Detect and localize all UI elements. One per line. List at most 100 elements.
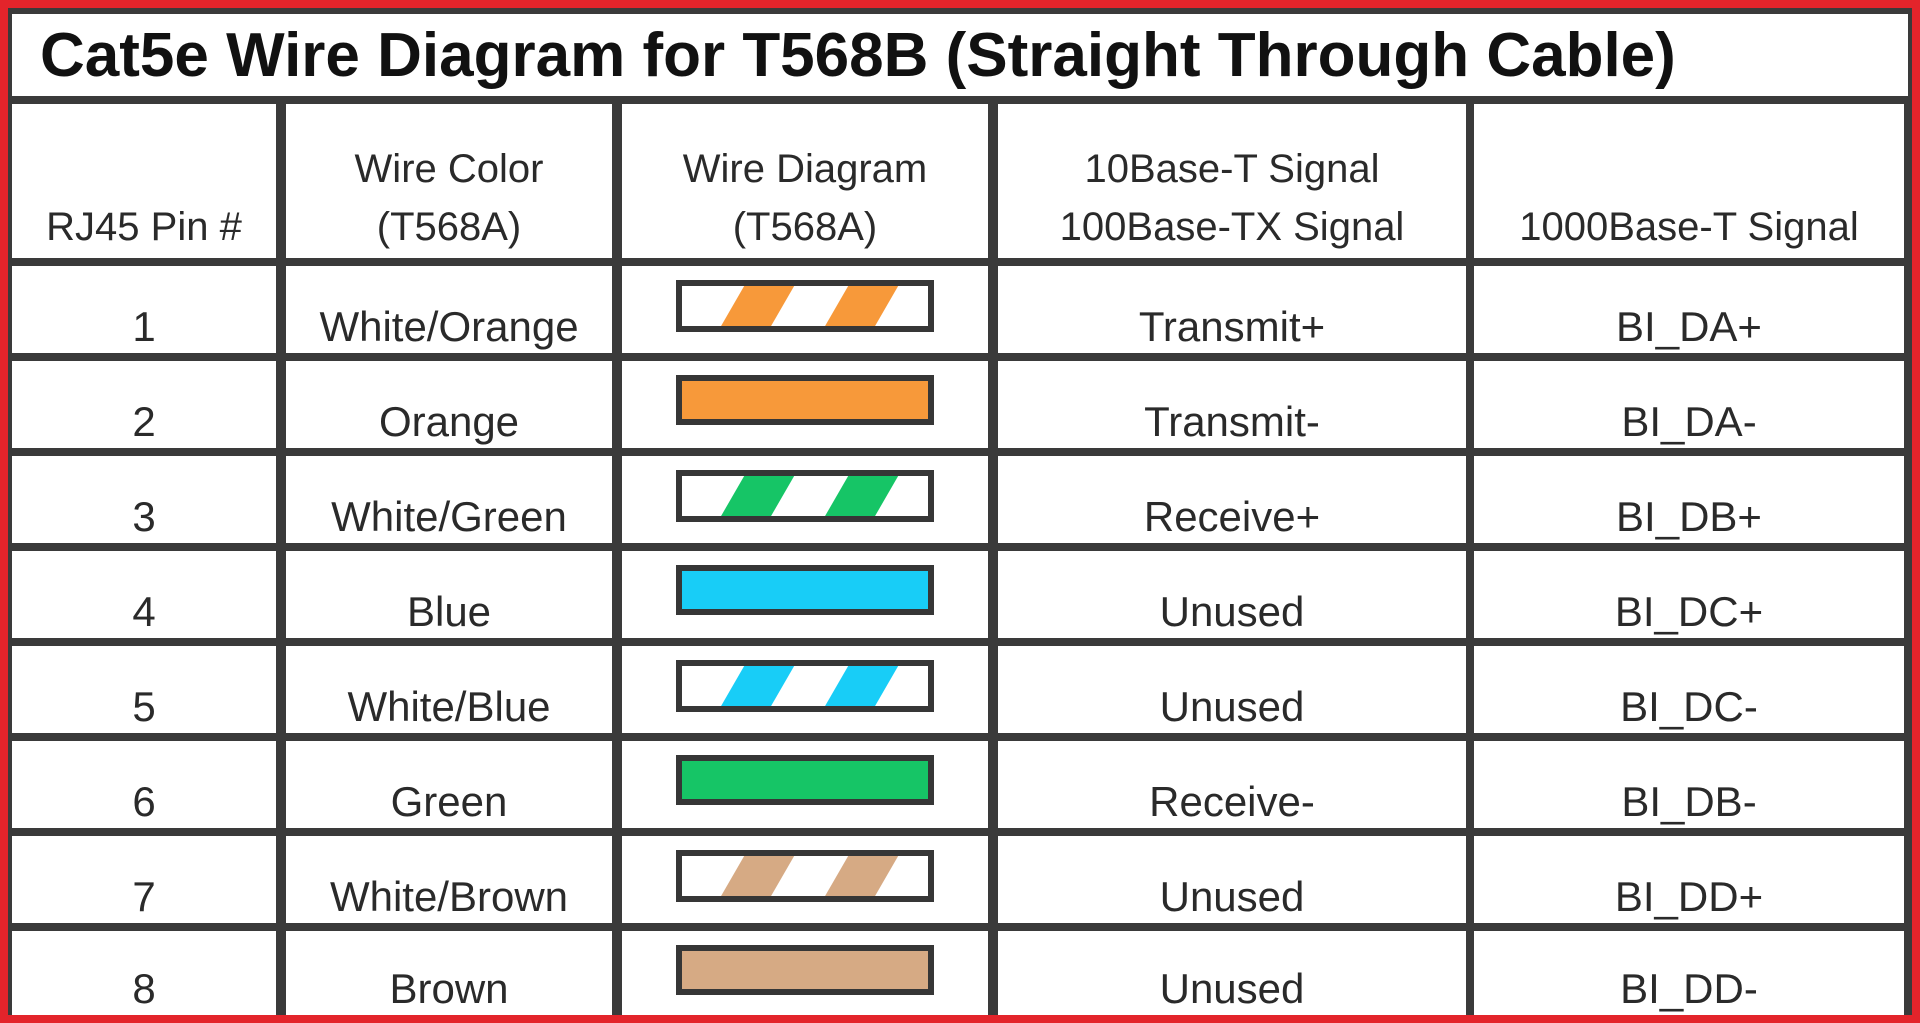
signal-1000-text: BI_DC-	[1620, 683, 1758, 730]
wire-color-text: White/Brown	[329, 873, 569, 920]
diagram-frame: Cat5e Wire Diagram for T568B (Straight T…	[8, 8, 1912, 1015]
wire-stripe	[814, 856, 900, 896]
wire-stripe	[710, 856, 796, 896]
signal-10-100-text: Transmit+	[1138, 303, 1326, 350]
signal-1000-text: BI_DC+	[1614, 588, 1764, 635]
signal-1000-text: BI_DD+	[1614, 873, 1764, 920]
wire-swatch-solid	[676, 375, 934, 425]
signal-10-100-cell: Receive+	[998, 456, 1466, 543]
wire-stripe	[710, 476, 796, 516]
signal-10-100-cell: Unused	[998, 931, 1466, 1015]
wire-diagram-cell	[622, 266, 988, 353]
header-wire-diagram-label: Wire Diagram (T568A)	[683, 140, 927, 256]
wire-diagram-cell	[622, 361, 988, 448]
wire-swatch-striped	[676, 660, 934, 712]
pin-text: 1	[132, 303, 156, 350]
wire-stripe	[710, 286, 796, 326]
wire-swatch-solid	[676, 945, 934, 995]
signal-1000-text: BI_DA-	[1621, 398, 1757, 445]
wire-swatch-striped	[676, 850, 934, 902]
signal-10-100-text: Receive-	[1149, 778, 1315, 825]
wire-stripe	[814, 666, 900, 706]
wire-diagram-cell	[622, 836, 988, 923]
wire-color-text: Blue	[406, 588, 492, 635]
wire-swatch-striped	[676, 280, 934, 332]
wire-color-cell: Green	[286, 741, 612, 828]
header-signal-1000: 1000Base-T Signal	[1474, 104, 1904, 258]
header-pin: RJ45 Pin #	[12, 104, 276, 258]
signal-10-100-cell: Unused	[998, 646, 1466, 733]
wire-color-cell: Brown	[286, 931, 612, 1015]
signal-1000-cell: BI_DC+	[1474, 551, 1904, 638]
wire-color-cell: White/Orange	[286, 266, 612, 353]
pin-cell: 2	[12, 361, 276, 448]
signal-1000-cell: BI_DB-	[1474, 741, 1904, 828]
signal-10-100-text: Receive+	[1143, 493, 1321, 540]
signal-10-100-cell: Transmit+	[998, 266, 1466, 353]
header-signal-10-100-label: 10Base-T Signal 100Base-TX Signal	[1060, 140, 1405, 256]
header-wire-diagram-line2: (T568A)	[732, 205, 878, 249]
pin-text: 5	[132, 683, 156, 730]
signal-10-100-text: Unused	[1159, 873, 1305, 920]
wire-diagram-cell	[622, 931, 988, 1015]
pin-text: 6	[132, 778, 156, 825]
signal-1000-cell: BI_DC-	[1474, 646, 1904, 733]
pin-text: 8	[132, 965, 156, 1012]
signal-10-100-text: Unused	[1159, 683, 1305, 730]
wire-color-cell: Orange	[286, 361, 612, 448]
wire-color-cell: White/Green	[286, 456, 612, 543]
header-wire-color-line2: (T568A)	[376, 205, 522, 249]
pin-cell: 4	[12, 551, 276, 638]
wire-color-text: White/Blue	[347, 683, 551, 730]
wire-color-cell: White/Blue	[286, 646, 612, 733]
wire-swatch-solid	[676, 755, 934, 805]
header-signal-10-100-line1: 10Base-T Signal	[1084, 147, 1380, 191]
header-wire-color: Wire Color (T568A)	[286, 104, 612, 258]
header-wire-color-line1: Wire Color	[354, 147, 544, 191]
signal-1000-cell: BI_DA-	[1474, 361, 1904, 448]
wire-diagram-cell	[622, 551, 988, 638]
signal-1000-text: BI_DA+	[1616, 303, 1762, 350]
wire-diagram-cell	[622, 646, 988, 733]
wiring-table: RJ45 Pin # Wire Color (T568A) Wire Diagra…	[12, 104, 1908, 1015]
wire-diagram-cell	[622, 741, 988, 828]
signal-10-100-text: Transmit-	[1144, 398, 1320, 445]
signal-1000-cell: BI_DB+	[1474, 456, 1904, 543]
signal-10-100-cell: Unused	[998, 551, 1466, 638]
pin-text: 3	[132, 493, 156, 540]
pin-cell: 6	[12, 741, 276, 828]
header-signal-1000-label: 1000Base-T Signal	[1519, 205, 1859, 249]
signal-1000-text: BI_DB+	[1616, 493, 1762, 540]
signal-1000-text: BI_DB-	[1621, 778, 1757, 825]
header-pin-label: RJ45 Pin #	[46, 205, 242, 249]
wire-color-cell: Blue	[286, 551, 612, 638]
header-wire-diagram-line1: Wire Diagram	[682, 147, 928, 191]
wire-color-text: White/Orange	[319, 303, 579, 350]
signal-10-100-cell: Unused	[998, 836, 1466, 923]
page-title: Cat5e Wire Diagram for T568B (Straight T…	[40, 21, 1676, 90]
wire-stripe	[710, 666, 796, 706]
signal-1000-cell: BI_DD+	[1474, 836, 1904, 923]
wire-swatch-striped	[676, 470, 934, 522]
pin-cell: 3	[12, 456, 276, 543]
wire-swatch-solid	[676, 565, 934, 615]
wire-color-text: Brown	[389, 965, 509, 1012]
wire-color-text: White/Green	[331, 493, 567, 540]
header-signal-10-100: 10Base-T Signal 100Base-TX Signal	[998, 104, 1466, 258]
signal-10-100-cell: Receive-	[998, 741, 1466, 828]
pin-cell: 7	[12, 836, 276, 923]
signal-1000-cell: BI_DD-	[1474, 931, 1904, 1015]
pin-cell: 1	[12, 266, 276, 353]
header-signal-10-100-line2: 100Base-TX Signal	[1059, 205, 1405, 249]
wire-color-cell: White/Brown	[286, 836, 612, 923]
wire-stripe	[814, 286, 900, 326]
pin-cell: 5	[12, 646, 276, 733]
wire-diagram-cell	[622, 456, 988, 543]
wire-color-text: Orange	[378, 398, 520, 445]
pin-text: 2	[132, 398, 156, 445]
pin-text: 4	[132, 588, 156, 635]
signal-1000-text: BI_DD-	[1620, 965, 1758, 1012]
wire-color-text: Green	[390, 778, 508, 825]
header-wire-color-label: Wire Color (T568A)	[355, 140, 544, 256]
pin-text: 7	[132, 873, 156, 920]
